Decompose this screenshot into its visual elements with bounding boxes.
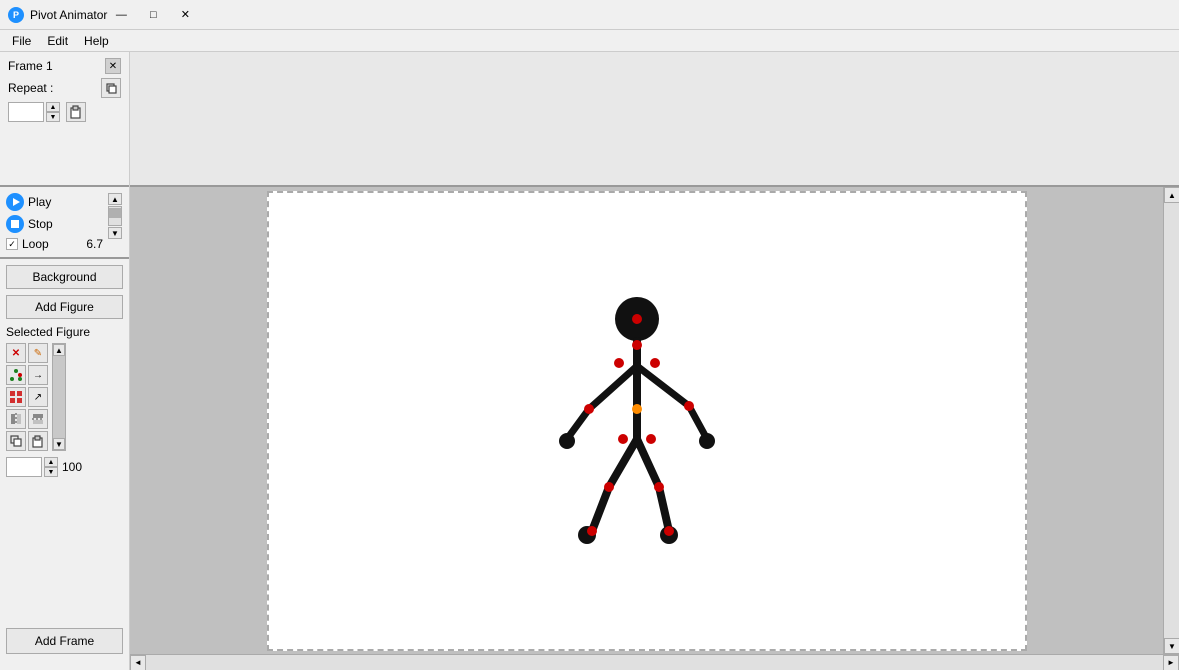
flip-v-button[interactable] — [28, 409, 48, 429]
arrow2-button[interactable]: ↗ — [28, 387, 48, 407]
vscroll-up-button[interactable]: ▲ — [1164, 187, 1179, 203]
main-layout: Frame 1 ✕ Repeat : 1 ▲ ▼ — [0, 52, 1179, 670]
controls-panel: Play Stop ✓ Loop 6.7 ▲ — [0, 187, 129, 259]
close-button[interactable]: ✕ — [171, 4, 199, 26]
titlebar: P Pivot Animator — □ ✕ — [0, 0, 1179, 30]
joint-head[interactable] — [632, 314, 642, 324]
add-nodes-button[interactable] — [6, 365, 26, 385]
canvas-area: ▲ ▼ ◄ ► — [130, 52, 1179, 670]
left-upper-leg — [609, 439, 637, 487]
size-input[interactable]: 100 — [6, 457, 42, 477]
menu-edit[interactable]: Edit — [39, 32, 76, 50]
play-label[interactable]: Play — [28, 195, 51, 209]
background-button[interactable]: Background — [6, 265, 123, 289]
joint-left-elbow[interactable] — [584, 404, 594, 414]
vscroll-track — [1164, 203, 1179, 638]
stickman[interactable] — [537, 291, 737, 551]
hscroll-right-button[interactable]: ► — [1163, 655, 1179, 670]
arrow-button[interactable]: → — [28, 365, 48, 385]
joint-left-ankle[interactable] — [587, 526, 597, 536]
edit-figure-button[interactable]: ✎ — [28, 343, 48, 363]
copy-figure-button[interactable] — [6, 431, 26, 451]
right-hand — [699, 433, 715, 449]
figure-controls: Background Add Figure Selected Figure ✕ … — [0, 259, 129, 483]
maximize-button[interactable]: □ — [139, 4, 167, 26]
loop-checkbox[interactable]: ✓ — [6, 238, 18, 250]
stop-label[interactable]: Stop — [28, 217, 53, 231]
app-icon: P — [8, 7, 24, 23]
fig-scroll-down[interactable]: ▼ — [53, 438, 65, 450]
delete-figure-button[interactable]: ✕ — [6, 343, 26, 363]
paste-figure-button[interactable] — [28, 431, 48, 451]
right-upper-arm — [637, 366, 689, 406]
joint-right-ankle[interactable] — [664, 526, 674, 536]
joint-left-knee[interactable] — [604, 482, 614, 492]
menubar: File Edit Help — [0, 30, 1179, 52]
joint-neck[interactable] — [632, 340, 642, 350]
sidebar: Frame 1 ✕ Repeat : 1 ▲ ▼ — [0, 52, 130, 670]
scroll-track[interactable] — [108, 206, 122, 226]
joint-right-elbow[interactable] — [684, 401, 694, 411]
stop-icon — [6, 215, 24, 233]
play-icon — [6, 193, 24, 211]
scroll-up-button[interactable]: ▲ — [108, 193, 122, 205]
canvas-background — [267, 191, 1027, 651]
vertical-scrollbar[interactable]: ▲ ▼ — [1163, 187, 1179, 654]
size-decrement-button[interactable]: ▼ — [44, 467, 58, 477]
left-upper-arm — [589, 366, 637, 409]
figure-toolbar: ✕ ✎ → — [6, 343, 123, 451]
right-lower-leg — [659, 487, 669, 531]
hscroll-left-button[interactable]: ◄ — [130, 655, 146, 670]
repeat-value-input[interactable]: 1 — [8, 102, 44, 122]
joint-torso-center[interactable] — [632, 404, 642, 414]
scroll-down-button[interactable]: ▼ — [108, 227, 122, 239]
paste-frame-button[interactable] — [66, 102, 86, 122]
frames-panel: Frame 1 ✕ Repeat : 1 ▲ ▼ — [0, 52, 129, 187]
fps-value: 6.7 — [86, 237, 103, 251]
minimize-button[interactable]: — — [107, 4, 135, 26]
fig-scroll-track — [53, 356, 65, 438]
copy-frame-button[interactable] — [101, 78, 121, 98]
frame-label: Frame 1 — [8, 59, 53, 73]
add-figure-button[interactable]: Add Figure — [6, 295, 123, 319]
joint-right-shoulder[interactable] — [650, 358, 660, 368]
joint-right-knee[interactable] — [654, 482, 664, 492]
right-upper-leg — [637, 439, 659, 487]
fig-scroll-up[interactable]: ▲ — [53, 344, 65, 356]
menu-file[interactable]: File — [4, 32, 39, 50]
repeat-increment-button[interactable]: ▲ — [46, 102, 60, 112]
app-title: Pivot Animator — [30, 8, 107, 22]
joint-hip-left[interactable] — [618, 434, 628, 444]
menu-help[interactable]: Help — [76, 32, 117, 50]
horizontal-scrollbar[interactable]: ◄ ► — [130, 654, 1179, 670]
joint-left-shoulder[interactable] — [614, 358, 624, 368]
size-max-label: 100 — [62, 460, 82, 474]
canvas-scroll-wrapper: ▲ ▼ — [130, 187, 1179, 654]
left-lower-leg — [592, 487, 609, 531]
repeat-decrement-button[interactable]: ▼ — [46, 112, 60, 122]
size-increment-button[interactable]: ▲ — [44, 457, 58, 467]
selected-figure-label: Selected Figure — [6, 325, 123, 339]
left-hand — [559, 433, 575, 449]
filmstrip — [130, 52, 1179, 187]
window-controls: — □ ✕ — [107, 4, 199, 26]
vscroll-down-button[interactable]: ▼ — [1164, 638, 1179, 654]
repeat-label: Repeat : — [8, 81, 53, 95]
drawing-area[interactable] — [130, 187, 1163, 654]
loop-label: Loop — [22, 237, 49, 251]
grid-button[interactable] — [6, 387, 26, 407]
size-row: 100 ▲ ▼ 100 — [6, 457, 123, 477]
flip-h-button[interactable] — [6, 409, 26, 429]
joint-hip-right[interactable] — [646, 434, 656, 444]
frame-close-button[interactable]: ✕ — [105, 58, 121, 74]
add-frame-button[interactable]: Add Frame — [6, 628, 123, 654]
